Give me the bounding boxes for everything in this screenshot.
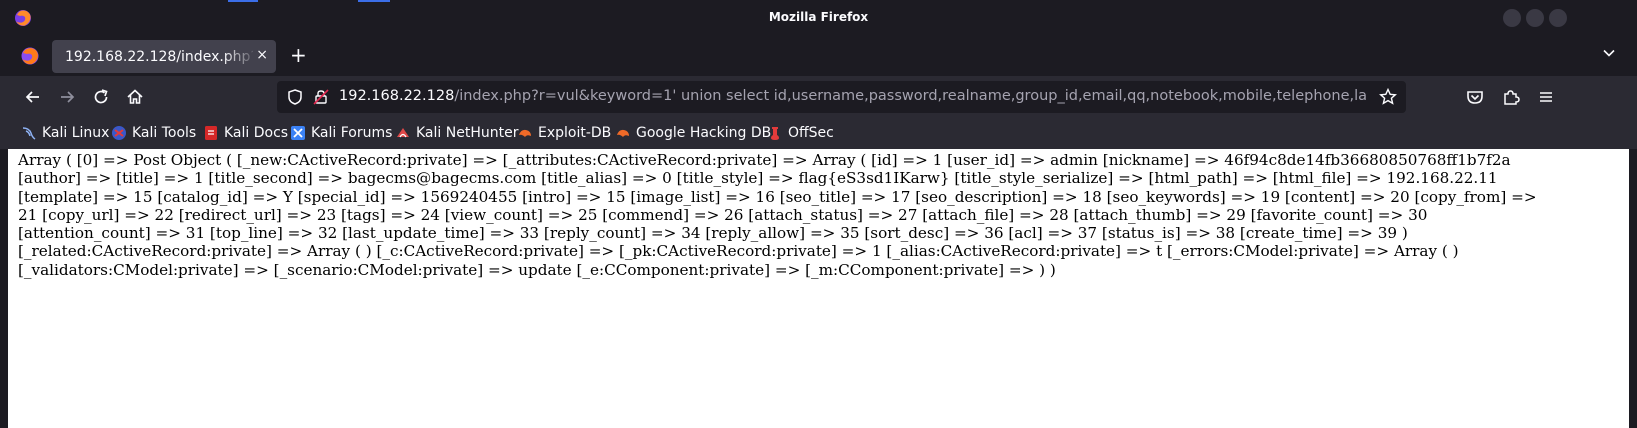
kali-tools-icon <box>111 125 127 141</box>
taskbar-strip <box>358 0 390 2</box>
bookmark-kali-forums[interactable]: Kali Forums <box>290 123 392 143</box>
window-border-right <box>1629 149 1637 428</box>
extensions-icon[interactable] <box>1500 86 1522 108</box>
kali-nethunter-icon <box>395 125 411 141</box>
bookmark-offsec[interactable]: OffSec <box>767 123 834 143</box>
kali-forums-icon <box>290 125 306 141</box>
bookmark-label: Kali NetHunter <box>416 125 519 141</box>
address-bar[interactable]: 192.168.22.128/index.php?r=vul&keyword=1… <box>277 81 1406 113</box>
bookmark-label: Kali Linux <box>42 125 110 141</box>
dump-line: Array ( [0] => Post Object ( [_new:CActi… <box>18 151 1511 169</box>
firefox-view-icon[interactable] <box>20 46 40 66</box>
bookmark-kali-tools[interactable]: Kali Tools <box>111 123 196 143</box>
dump-line: [template] => 15 [catalog_id] => Y [spec… <box>18 187 1537 206</box>
insecure-lock-icon[interactable] <box>312 88 330 106</box>
tracking-shield-icon[interactable] <box>286 88 304 106</box>
url-path: /index.php?r=vul&keyword=1' union select… <box>454 88 1367 104</box>
menu-icon[interactable] <box>1535 86 1557 108</box>
tab-close-icon[interactable]: × <box>256 47 268 63</box>
close-window-button[interactable] <box>1549 9 1567 27</box>
kali-dragon-icon <box>21 125 37 141</box>
navigation-toolbar: 192.168.22.128/index.php?r=vul&keyword=1… <box>0 76 1637 118</box>
tab-title-fade <box>222 40 258 73</box>
minimize-button[interactable] <box>1503 9 1521 27</box>
bookmark-label: Kali Tools <box>132 125 197 141</box>
forward-arrow-icon[interactable] <box>56 86 78 108</box>
bookmark-label: Kali Forums <box>311 125 393 141</box>
reload-icon[interactable] <box>90 86 112 108</box>
php-array-dump: Array ( [0] => Post Object ( [_new:CActi… <box>18 151 1618 279</box>
bookmark-label: OffSec <box>788 125 834 141</box>
taskbar-strip <box>228 0 258 2</box>
offsec-icon <box>767 125 783 141</box>
bookmarks-toolbar: Kali Linux Kali Tools Kali Docs Kali For… <box>0 118 1637 149</box>
kali-docs-icon <box>203 125 219 141</box>
bookmark-kali-docs[interactable]: Kali Docs <box>203 123 288 143</box>
page-content: Array ( [0] => Post Object ( [_new:CActi… <box>8 149 1629 428</box>
bookmark-google-hacking-db[interactable]: Google Hacking DB <box>615 123 771 143</box>
dump-line: [_validators:CModel:private] => [_scenar… <box>18 260 1056 279</box>
exploit-db-icon <box>517 125 533 141</box>
pocket-icon[interactable] <box>1464 86 1486 108</box>
ghdb-icon <box>615 125 631 141</box>
chevron-down-icon[interactable] <box>1601 45 1617 61</box>
dump-line: [author] => [title] => 1 [title_second] … <box>18 169 1498 188</box>
bookmark-kali-linux[interactable]: Kali Linux <box>21 123 109 143</box>
dump-line: [attention_count] => 31 [top_line] => 32… <box>18 224 1408 243</box>
bookmark-star-icon[interactable] <box>1378 87 1398 107</box>
window-titlebar: Mozilla Firefox <box>0 0 1637 36</box>
maximize-button[interactable] <box>1526 9 1544 27</box>
bookmark-label: Kali Docs <box>224 125 289 141</box>
dump-line: 21 [copy_url] => 22 [redirect_url] => 23… <box>18 205 1428 224</box>
home-icon[interactable] <box>124 86 146 108</box>
dump-line: [_related:CActiveRecord:private] => Arra… <box>18 242 1459 261</box>
tab-active[interactable]: 192.168.22.128/index.php?r=vul&keyword=1… <box>52 40 276 73</box>
window-title: Mozilla Firefox <box>768 10 869 24</box>
window-border-left <box>0 149 8 428</box>
url-text[interactable]: 192.168.22.128/index.php?r=vul&keyword=1… <box>339 88 1367 104</box>
new-tab-button[interactable]: + <box>290 43 307 67</box>
bookmark-exploit-db[interactable]: Exploit-DB <box>517 123 611 143</box>
back-arrow-icon[interactable] <box>22 86 44 108</box>
tab-bar: 192.168.22.128/index.php?r=vul&keyword=1… <box>0 36 1637 76</box>
bookmark-label: Google Hacking DB <box>636 125 772 141</box>
url-host: 192.168.22.128 <box>339 88 455 104</box>
bookmark-label: Exploit-DB <box>538 125 612 141</box>
bookmark-kali-nethunter[interactable]: Kali NetHunter <box>395 123 518 143</box>
